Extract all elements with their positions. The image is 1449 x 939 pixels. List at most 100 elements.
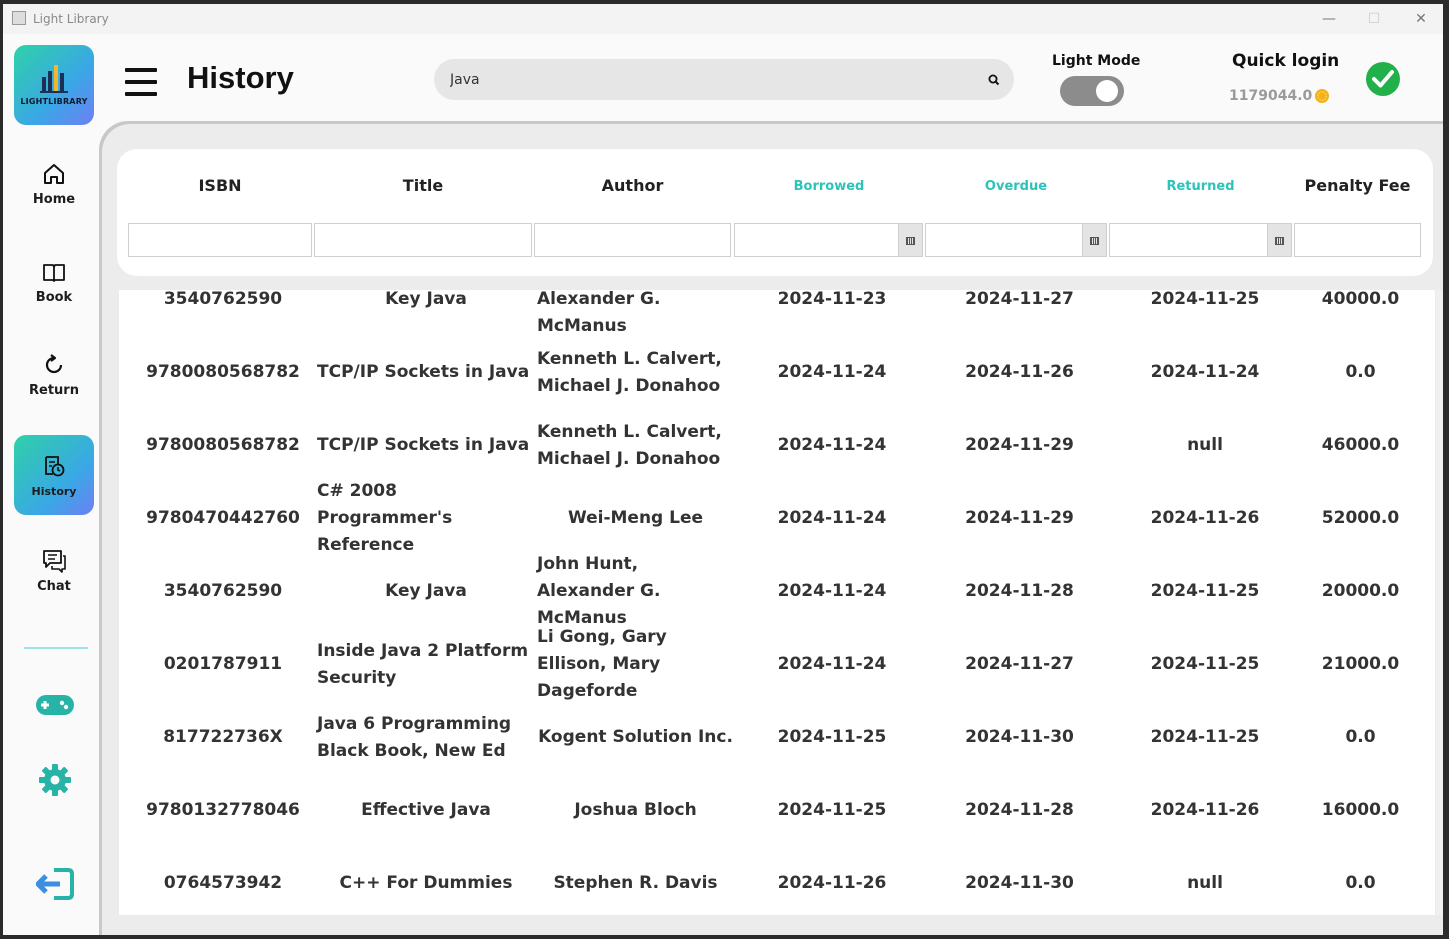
overdue-date-cell: 2024-11-30 [965, 727, 1074, 747]
calendar-icon[interactable] [1268, 223, 1292, 257]
overdue-date-cell: 2024-11-28 [965, 800, 1074, 820]
sidebar-item-home[interactable]: Home [14, 149, 94, 229]
penalty-fee-cell: 0.0 [1345, 727, 1376, 747]
overdue-date-cell: 2024-11-29 [965, 435, 1074, 455]
table-row[interactable]: 9780132778046 Effective Java Joshua Bloch 2… [119, 774, 1435, 847]
light-mode-toggle[interactable] [1060, 76, 1124, 106]
table-row[interactable]: 0764573942 C++ For Dummies Stephen R. Davi… [119, 847, 1435, 915]
returned-date-cell: null [1187, 435, 1223, 455]
logo-bars-icon [40, 65, 68, 93]
overdue-date-cell: 2024-11-28 [965, 581, 1074, 601]
borrowed-date-cell: 2024-11-24 [777, 654, 887, 674]
author-cell: Li Gong, Gary Ellison, Mary Dageforde [537, 627, 667, 701]
author-cell: Joshua Bloch [574, 800, 697, 820]
penalty-fee-cell: 40000.0 [1321, 290, 1400, 309]
borrowed-date-cell: 2024-11-25 [777, 727, 887, 747]
hamburger-menu-icon[interactable] [125, 68, 157, 96]
table-row[interactable]: 9780080568782 TCP/IP Sockets in Java Kenne… [119, 409, 1435, 482]
returned-date-cell: 2024-11-26 [1150, 508, 1260, 528]
author-cell: Kenneth L. Calvert, Michael J. Donahoo [537, 348, 722, 396]
title-cell: Key Java [385, 581, 467, 601]
sidebar-item-chat[interactable]: Chat [14, 536, 94, 616]
title-cell: Inside Java 2 Platform Security [317, 640, 529, 688]
author-cell: Stephen R. Davis [553, 873, 718, 893]
isbn-cell: 0764573942 [163, 873, 283, 893]
borrowed-date-cell: 2024-11-24 [777, 508, 887, 528]
chat-icon [43, 550, 66, 573]
book-icon [43, 264, 65, 282]
title-cell: Effective Java [361, 800, 491, 820]
search-input[interactable] [448, 69, 972, 91]
borrowed-date-cell: 2024-11-23 [777, 290, 887, 309]
penalty-fee-cell: 16000.0 [1321, 800, 1400, 820]
table-row[interactable]: 3540762590 Key Java John Hunt, Alexander G… [119, 290, 1435, 336]
title-cell: TCP/IP Sockets in Java [317, 435, 530, 455]
close-button[interactable]: ✕ [1401, 8, 1441, 30]
table-row[interactable]: 9780080568782 TCP/IP Sockets in Java Kenne… [119, 336, 1435, 409]
column-header-isbn[interactable]: ISBN [140, 176, 300, 195]
title-filter-field[interactable] [314, 223, 535, 258]
isbn-cell: 3540762590 [163, 581, 283, 601]
column-header-author[interactable]: Author [534, 176, 731, 195]
penalty-fee-filter-field[interactable] [1294, 223, 1424, 258]
returned-date-filter[interactable] [1109, 223, 1271, 258]
borrowed-date-cell: 2024-11-24 [777, 435, 887, 455]
sidebar-item-return[interactable]: Return [14, 340, 94, 420]
title-cell: Key Java [385, 290, 467, 309]
title-cell: C# 2008 Programmer's Reference [317, 481, 453, 555]
author-filter-field[interactable] [534, 223, 734, 258]
isbn-filter-field[interactable] [128, 223, 315, 258]
overdue-date-filter[interactable] [925, 223, 1086, 258]
column-header-returned[interactable]: Returned [1109, 179, 1292, 194]
penalty-fee-cell: 21000.0 [1321, 654, 1400, 674]
app-icon [12, 11, 26, 25]
table-row[interactable]: 3540762590 Key Java John Hunt, Alexander G… [119, 554, 1435, 628]
isbn-cell: 9780080568782 [146, 435, 300, 455]
column-header-title[interactable]: Title [314, 176, 532, 195]
check-icon [1366, 62, 1400, 96]
logo-text: LIGHTLIBRARY [20, 97, 88, 106]
calendar-icon[interactable] [1083, 223, 1107, 257]
borrowed-date-cell: 2024-11-26 [777, 873, 887, 893]
returned-date-cell: 2024-11-25 [1150, 654, 1260, 674]
toggle-knob [1096, 80, 1118, 102]
app-window: Light Library — ☐ ✕ LIGHTLIBRARY Home Bo… [3, 4, 1443, 935]
home-icon [44, 164, 64, 184]
sidebar-divider [24, 647, 88, 649]
title-cell: TCP/IP Sockets in Java [317, 362, 530, 382]
column-header-overdue[interactable]: Overdue [925, 179, 1107, 194]
minimize-button[interactable]: — [1309, 8, 1349, 30]
returned-date-cell: 2024-11-24 [1150, 362, 1260, 382]
window-title: Light Library [33, 12, 109, 26]
isbn-cell: 9780132778046 [146, 800, 300, 820]
gear-icon[interactable] [38, 763, 72, 797]
author-cell: Kogent Solution Inc. [538, 727, 733, 747]
sidebar-item-book[interactable]: Book [14, 247, 94, 327]
quick-login-label: Quick login [1232, 51, 1340, 71]
sidebar-item-history[interactable]: History [14, 435, 94, 515]
table-row[interactable]: 9780470442760 C# 2008 Programmer's Refere… [119, 481, 1435, 555]
gamepad-icon[interactable] [35, 692, 75, 718]
overdue-date-cell: 2024-11-26 [965, 362, 1074, 382]
maximize-button[interactable]: ☐ [1354, 8, 1394, 30]
column-header-borrowed[interactable]: Borrowed [734, 179, 924, 194]
borrowed-date-filter[interactable] [734, 223, 902, 258]
returned-date-cell: 2024-11-25 [1150, 727, 1260, 747]
column-header-penalty-fee[interactable]: Penalty Fee [1294, 176, 1421, 195]
calendar-icon[interactable] [899, 223, 923, 257]
returned-date-cell: 2024-11-25 [1150, 290, 1260, 309]
sidebar-item-label: Home [32, 192, 76, 207]
table-row[interactable]: 817722736X Java 6 Programming Black Book,… [119, 701, 1435, 774]
returned-date-cell: null [1187, 873, 1223, 893]
logout-icon[interactable] [36, 868, 74, 900]
penalty-fee-cell: 0.0 [1345, 362, 1376, 382]
history-table[interactable]: 3540762590 Key Java John Hunt, Alexander G… [119, 290, 1435, 915]
search-icon[interactable] [986, 72, 1002, 88]
app-logo: LIGHTLIBRARY [14, 45, 94, 125]
coin-icon [1315, 89, 1329, 103]
scrollbar[interactable] [1436, 290, 1443, 915]
isbn-cell: 817722736X [163, 727, 283, 747]
borrowed-date-cell: 2024-11-24 [777, 581, 887, 601]
sidebar-item-label: Chat [37, 579, 71, 594]
table-row[interactable]: 0201787911 Inside Java 2 Platform Securit… [119, 627, 1435, 701]
